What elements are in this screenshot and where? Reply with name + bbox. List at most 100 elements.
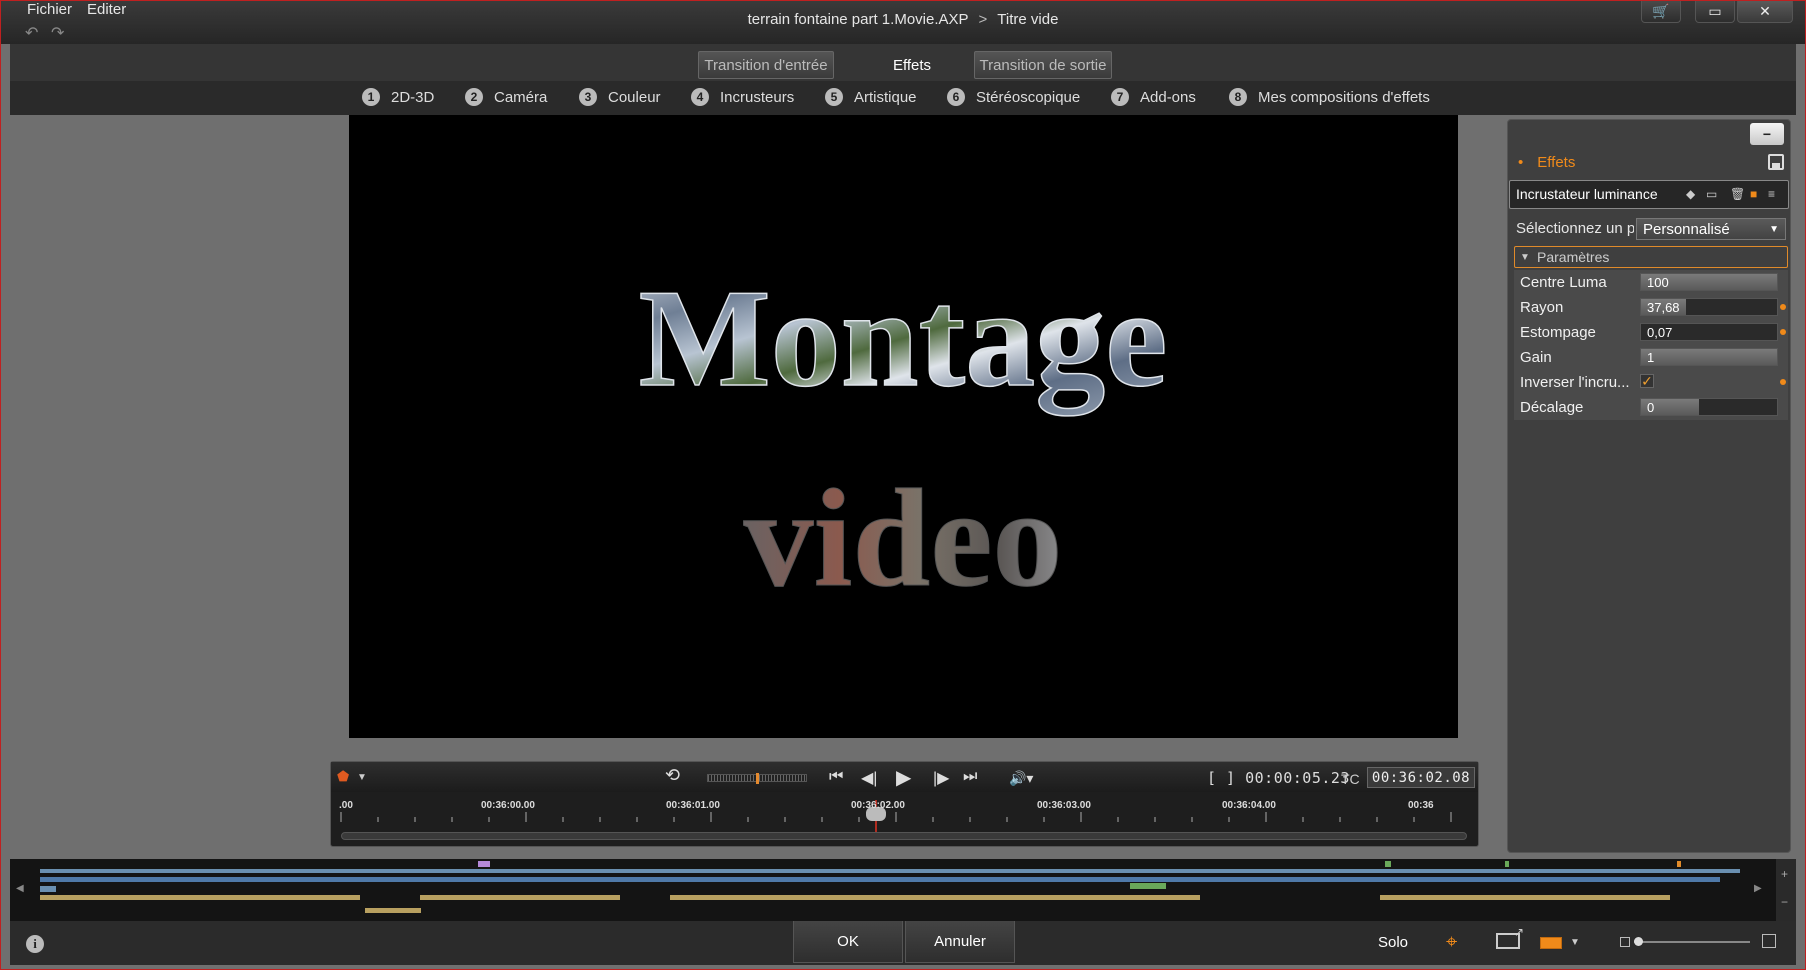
export-icon[interactable]	[1496, 925, 1524, 949]
zoom-large-icon[interactable]	[1762, 934, 1776, 948]
tab-effects[interactable]: Effets	[840, 51, 984, 79]
enable-icon[interactable]: ■	[1750, 187, 1757, 201]
param-slider[interactable]: 100	[1640, 273, 1778, 291]
param-rayon: Rayon 37,68	[1514, 295, 1788, 320]
category-number: 8	[1229, 88, 1247, 106]
menu-icon[interactable]: ≡	[1768, 187, 1775, 201]
param-value: 37,68	[1647, 300, 1680, 315]
category-addons[interactable]: 7 Add-ons	[1111, 88, 1196, 106]
skip-start-icon[interactable]: ⏮	[829, 768, 843, 786]
param-label: Inverser l'incru...	[1520, 374, 1630, 391]
step-forward-icon[interactable]: |▶	[933, 768, 949, 788]
scroll-right-icon[interactable]: ▶	[1754, 883, 1762, 894]
category-label: 2D-3D	[391, 88, 435, 106]
maximize-icon[interactable]: ▭	[1695, 1, 1735, 23]
param-slider[interactable]: 0	[1640, 398, 1778, 416]
param-label: Rayon	[1520, 299, 1564, 316]
keyframe-dot-icon[interactable]	[1780, 304, 1786, 310]
ok-button[interactable]: OK	[793, 921, 903, 963]
keyframe-icon[interactable]: ◆	[1686, 187, 1695, 201]
zoom-knob[interactable]	[1634, 937, 1643, 946]
zoom-out-icon[interactable]: −	[1781, 895, 1788, 909]
param-label: Décalage	[1520, 399, 1584, 416]
param-slider[interactable]: 0,07	[1640, 323, 1778, 341]
category-label: Mes compositions d'effets	[1258, 88, 1430, 106]
category-keyers[interactable]: 4 Incrusteurs	[691, 88, 794, 106]
step-back-icon[interactable]: ◀|	[861, 768, 877, 788]
invert-checkbox[interactable]: ✓	[1640, 374, 1654, 388]
category-artistic[interactable]: 5 Artistique	[825, 88, 917, 106]
keyframe-dot-icon[interactable]	[1780, 379, 1786, 385]
category-stereoscopic[interactable]: 6 Stéréoscopique	[947, 88, 1080, 106]
effect-item[interactable]: Incrustateur luminance ◆ ▭ 🗑 ■ ≡	[1509, 180, 1789, 209]
transport-controls: ⬟ ▼ ⟲ ⏮ ◀| ▶ |▶ ⏭ 🔊▾ [ ] 00:00:05.23 TC …	[330, 761, 1479, 847]
param-inverser: Inverser l'incru... ✓	[1514, 370, 1788, 395]
color-swatch-icon[interactable]	[1540, 937, 1562, 949]
skip-end-icon[interactable]: ⏭	[963, 768, 977, 786]
trash-icon[interactable]: 🗑	[1730, 187, 1745, 201]
category-number: 1	[362, 88, 380, 106]
title-item: Titre vide	[997, 11, 1059, 28]
title-separator: >	[978, 11, 988, 28]
title-line-1: Montage	[639, 261, 1168, 416]
strip-zoom-control: + −	[1776, 859, 1796, 921]
solo-button[interactable]: Solo	[1378, 934, 1408, 951]
parameters-header[interactable]: ▼ Paramètres	[1514, 246, 1788, 268]
preset-value: Personnalisé	[1643, 220, 1730, 238]
slider-fill	[1641, 349, 1777, 365]
param-slider[interactable]: 1	[1640, 348, 1778, 366]
zoom-slider[interactable]	[1634, 937, 1750, 946]
collapse-button[interactable]: −	[1750, 123, 1784, 145]
ruler-label: .00	[339, 800, 353, 811]
keyframe-dot-icon[interactable]	[1780, 329, 1786, 335]
tab-transition-out[interactable]: Transition de sortie	[974, 51, 1112, 79]
category-camera[interactable]: 2 Caméra	[465, 88, 547, 106]
shuttle-knob[interactable]	[756, 773, 759, 784]
shuttle-control[interactable]	[707, 773, 807, 784]
chevron-down-icon[interactable]: ▼	[1570, 937, 1580, 948]
category-2d-3d[interactable]: 1 2D-3D	[362, 88, 434, 106]
param-estompage: Estompage 0,07	[1514, 320, 1788, 345]
param-label: Gain	[1520, 349, 1552, 366]
tab-transition-in[interactable]: Transition d'entrée	[698, 51, 834, 79]
category-number: 2	[465, 88, 483, 106]
ruler-label: 00:36:01.00	[666, 800, 720, 811]
target-icon[interactable]: ⌖	[1446, 931, 1457, 954]
category-color[interactable]: 3 Couleur	[579, 88, 661, 106]
zoom-small-icon[interactable]	[1620, 937, 1630, 947]
strip-tracks	[40, 861, 1740, 913]
volume-icon[interactable]: 🔊▾	[1009, 770, 1033, 787]
scroll-left-icon[interactable]: ◀	[16, 883, 24, 894]
duration-readout: [ ] 00:00:05.23	[1207, 769, 1350, 787]
chevron-down-icon[interactable]: ▼	[357, 772, 367, 783]
video-preview[interactable]: Montage video	[349, 115, 1458, 738]
category-number: 6	[947, 88, 965, 106]
param-value: 0	[1647, 400, 1655, 415]
preset-dropdown[interactable]: Personnalisé ▼	[1636, 218, 1786, 240]
ruler-label: 00:36	[1408, 800, 1434, 811]
effect-categories: 1 2D-3D 2 Caméra 3 Couleur 4 Incrusteurs 5 Ar…	[10, 81, 1796, 115]
info-icon[interactable]: i	[26, 935, 44, 953]
chevron-down-icon: ▼	[1769, 223, 1779, 235]
param-slider[interactable]: 37,68	[1640, 298, 1778, 316]
loop-icon[interactable]: ⟲	[665, 765, 680, 786]
bullet-icon: •	[1518, 154, 1524, 171]
zoom-in-icon[interactable]: +	[1781, 867, 1788, 881]
preview-icon[interactable]: ▭	[1706, 187, 1717, 201]
scrub-bar[interactable]	[341, 832, 1467, 840]
timecode-field[interactable]: 00:36:02.08	[1367, 767, 1475, 788]
category-my-compositions[interactable]: 8 Mes compositions d'effets	[1229, 88, 1430, 106]
close-icon[interactable]: ✕	[1737, 1, 1793, 23]
marker-icon[interactable]: ⬟	[337, 768, 349, 785]
save-icon[interactable]	[1768, 154, 1784, 170]
category-label: Stéréoscopique	[976, 88, 1081, 106]
effects-header-label: Effets	[1537, 154, 1576, 171]
ruler-label: 00:36:00.00	[481, 800, 535, 811]
play-icon[interactable]: ▶	[896, 765, 911, 790]
cart-icon[interactable]: 🛒	[1641, 1, 1681, 23]
timeline-strip[interactable]: ◀ ▶ + −	[10, 859, 1796, 921]
param-value: 1	[1647, 350, 1655, 365]
ruler-label: 00:36:04.00	[1222, 800, 1276, 811]
category-number: 7	[1111, 88, 1129, 106]
cancel-button[interactable]: Annuler	[905, 921, 1015, 963]
